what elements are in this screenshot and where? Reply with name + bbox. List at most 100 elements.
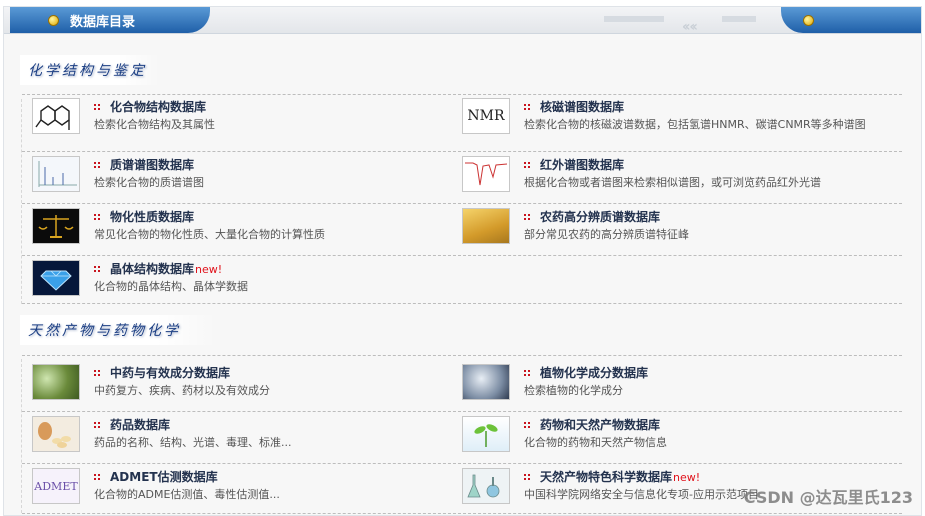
db-entry-physchem-properties[interactable]: 物化性质数据库 常见化合物的物化性质、大量化合物的计算性质 [32, 208, 452, 256]
db-title-link[interactable]: 质谱谱图数据库 [110, 158, 194, 172]
db-description: 药品的名称、结构、光谱、毒理、标准... [94, 436, 292, 449]
wheat-field-thumbnail [462, 208, 510, 244]
db-title-link[interactable]: 药品数据库 [110, 418, 170, 432]
divider [22, 513, 902, 514]
db-entry-drugs[interactable]: 药品数据库 药品的名称、结构、光谱、毒理、标准... [32, 416, 452, 464]
db-entry-crystal-structure[interactable]: 晶体结构数据库new! 化合物的晶体结构、晶体学数据 [32, 260, 452, 308]
db-title[interactable]: 中药与有效成分数据库 [94, 364, 230, 381]
nmr-label: NMR [467, 108, 505, 124]
red-bullet-icon [524, 474, 530, 480]
divider [22, 411, 902, 412]
db-description: 检索植物的化学成分 [524, 384, 623, 397]
db-description: 中药复方、疾病、药材以及有效成分 [94, 384, 270, 397]
red-bullet-icon [524, 370, 530, 376]
nmr-thumbnail: NMR [462, 98, 510, 134]
red-bullet-icon [94, 104, 100, 110]
herbs-thumbnail [32, 364, 80, 400]
red-bullet-icon [524, 214, 530, 220]
section-title: 化学结构与鉴定 [28, 63, 147, 79]
left-edge-divider [21, 359, 22, 513]
mass-spectrum-thumbnail [32, 156, 80, 192]
db-title-link[interactable]: 核磁谱图数据库 [540, 100, 624, 114]
db-entry-pesticide-hrms[interactable]: 农药高分辨质谱数据库 部分常见农药的高分辨质谱特征峰 [462, 208, 882, 256]
db-title-link[interactable]: 化合物结构数据库 [110, 100, 206, 114]
db-description: 常见化合物的物化性质、大量化合物的计算性质 [94, 228, 325, 241]
db-title[interactable]: 药品数据库 [94, 416, 170, 433]
red-bullet-icon [94, 266, 100, 272]
db-entry-admet[interactable]: ADMET ADMET估测数据库 化合物的ADME估测值、毒性估测值... [32, 468, 452, 516]
red-bullet-icon [524, 422, 530, 428]
section-header-chemical-structure: 化学结构与鉴定 [20, 55, 160, 85]
db-description: 部分常见农药的高分辨质谱特征峰 [524, 228, 689, 241]
sprout-thumbnail [462, 416, 510, 452]
new-badge: new! [673, 471, 701, 484]
db-title[interactable]: 天然产物特色科学数据库new! [524, 468, 700, 485]
db-description: 检索化合物的核磁波谱数据，包括氢谱HNMR、碳谱CNMR等多种谱图 [524, 118, 866, 131]
double-chevron-left-icon: ‹‹ ‹‹ [682, 19, 698, 35]
db-title[interactable]: 红外谱图数据库 [524, 156, 624, 173]
divider [22, 303, 902, 304]
db-title-link[interactable]: ADMET估测数据库 [110, 470, 218, 484]
db-title[interactable]: 质谱谱图数据库 [94, 156, 194, 173]
db-entry-compound-structure[interactable]: 化合物结构数据库 检索化合物结构及其属性 [32, 98, 452, 146]
db-title-link[interactable]: 药物和天然产物数据库 [540, 418, 660, 432]
db-title[interactable]: 物化性质数据库 [94, 208, 194, 225]
db-title-link[interactable]: 植物化学成分数据库 [540, 366, 648, 380]
db-title[interactable]: 农药高分辨质谱数据库 [524, 208, 660, 225]
db-title[interactable]: 植物化学成分数据库 [524, 364, 648, 381]
new-badge: new! [195, 263, 223, 276]
db-title[interactable]: 化合物结构数据库 [94, 98, 206, 115]
red-bullet-icon [524, 104, 530, 110]
plant-thumbnail [462, 364, 510, 400]
db-entry-tcm-components[interactable]: 中药与有效成分数据库 中药复方、疾病、药材以及有效成分 [32, 364, 452, 412]
ir-spectrum-thumbnail [462, 156, 510, 192]
divider [22, 355, 902, 356]
db-title[interactable]: ADMET估测数据库 [94, 468, 218, 485]
red-bullet-icon [94, 370, 100, 376]
db-title-link[interactable]: 物化性质数据库 [110, 210, 194, 224]
db-title-link[interactable]: 农药高分辨质谱数据库 [540, 210, 660, 224]
db-description: 根据化合物或者谱图来检索相似谱图，或可浏览药品红外光谱 [524, 176, 821, 189]
decorative-stripes: ‹‹ ‹‹ [604, 16, 774, 35]
molecule-structure-thumbnail [32, 98, 80, 134]
db-entry-mass-spectra[interactable]: 质谱谱图数据库 检索化合物的质谱谱图 [32, 156, 452, 204]
admet-thumbnail: ADMET [32, 468, 80, 504]
diamond-thumbnail [32, 260, 80, 296]
section-header-natural-products: 天然产物与药物化学 [20, 315, 216, 345]
header-right-tab [781, 7, 921, 33]
db-description: 检索化合物的质谱谱图 [94, 176, 204, 189]
db-title-link[interactable]: 天然产物特色科学数据库 [540, 470, 672, 484]
db-title-link[interactable]: 红外谱图数据库 [540, 158, 624, 172]
left-edge-divider [21, 99, 22, 304]
catalog-title: 数据库目录 [70, 15, 136, 30]
db-description: 检索化合物结构及其属性 [94, 118, 215, 131]
red-bullet-icon [94, 474, 100, 480]
db-entry-nmr-spectra[interactable]: NMR 核磁谱图数据库 检索化合物的核磁波谱数据，包括氢谱HNMR、碳谱CNMR… [462, 98, 882, 146]
db-title-link[interactable]: 中药与有效成分数据库 [110, 366, 230, 380]
db-entry-phytochemistry[interactable]: 植物化学成分数据库 检索植物的化学成分 [462, 364, 882, 412]
db-description: 化合物的药物和天然产物信息 [524, 436, 667, 449]
divider [22, 463, 902, 464]
db-description: 化合物的晶体结构、晶体学数据 [94, 280, 248, 293]
db-title[interactable]: 药物和天然产物数据库 [524, 416, 660, 433]
db-title[interactable]: 核磁谱图数据库 [524, 98, 624, 115]
divider [22, 203, 902, 204]
db-entry-ir-spectra[interactable]: 红外谱图数据库 根据化合物或者谱图来检索相似谱图，或可浏览药品红外光谱 [462, 156, 882, 204]
red-bullet-icon [94, 422, 100, 428]
divider [22, 151, 902, 152]
yellow-dot-icon [803, 15, 814, 26]
red-bullet-icon [94, 214, 100, 220]
db-title[interactable]: 晶体结构数据库new! [94, 260, 222, 277]
divider [22, 255, 902, 256]
divider [22, 94, 902, 95]
scale-thumbnail [32, 208, 80, 244]
catalog-header-bar: 数据库目录 ‹‹ ‹‹ [4, 7, 921, 35]
db-description: 化合物的ADME估测值、毒性估测值... [94, 488, 280, 501]
db-title-link[interactable]: 晶体结构数据库 [110, 262, 194, 276]
pills-thumbnail [32, 416, 80, 452]
yellow-dot-icon [48, 15, 59, 26]
section-title: 天然产物与药物化学 [28, 323, 181, 339]
red-bullet-icon [524, 162, 530, 168]
red-bullet-icon [94, 162, 100, 168]
db-entry-drugs-natural-products[interactable]: 药物和天然产物数据库 化合物的药物和天然产物信息 [462, 416, 882, 464]
